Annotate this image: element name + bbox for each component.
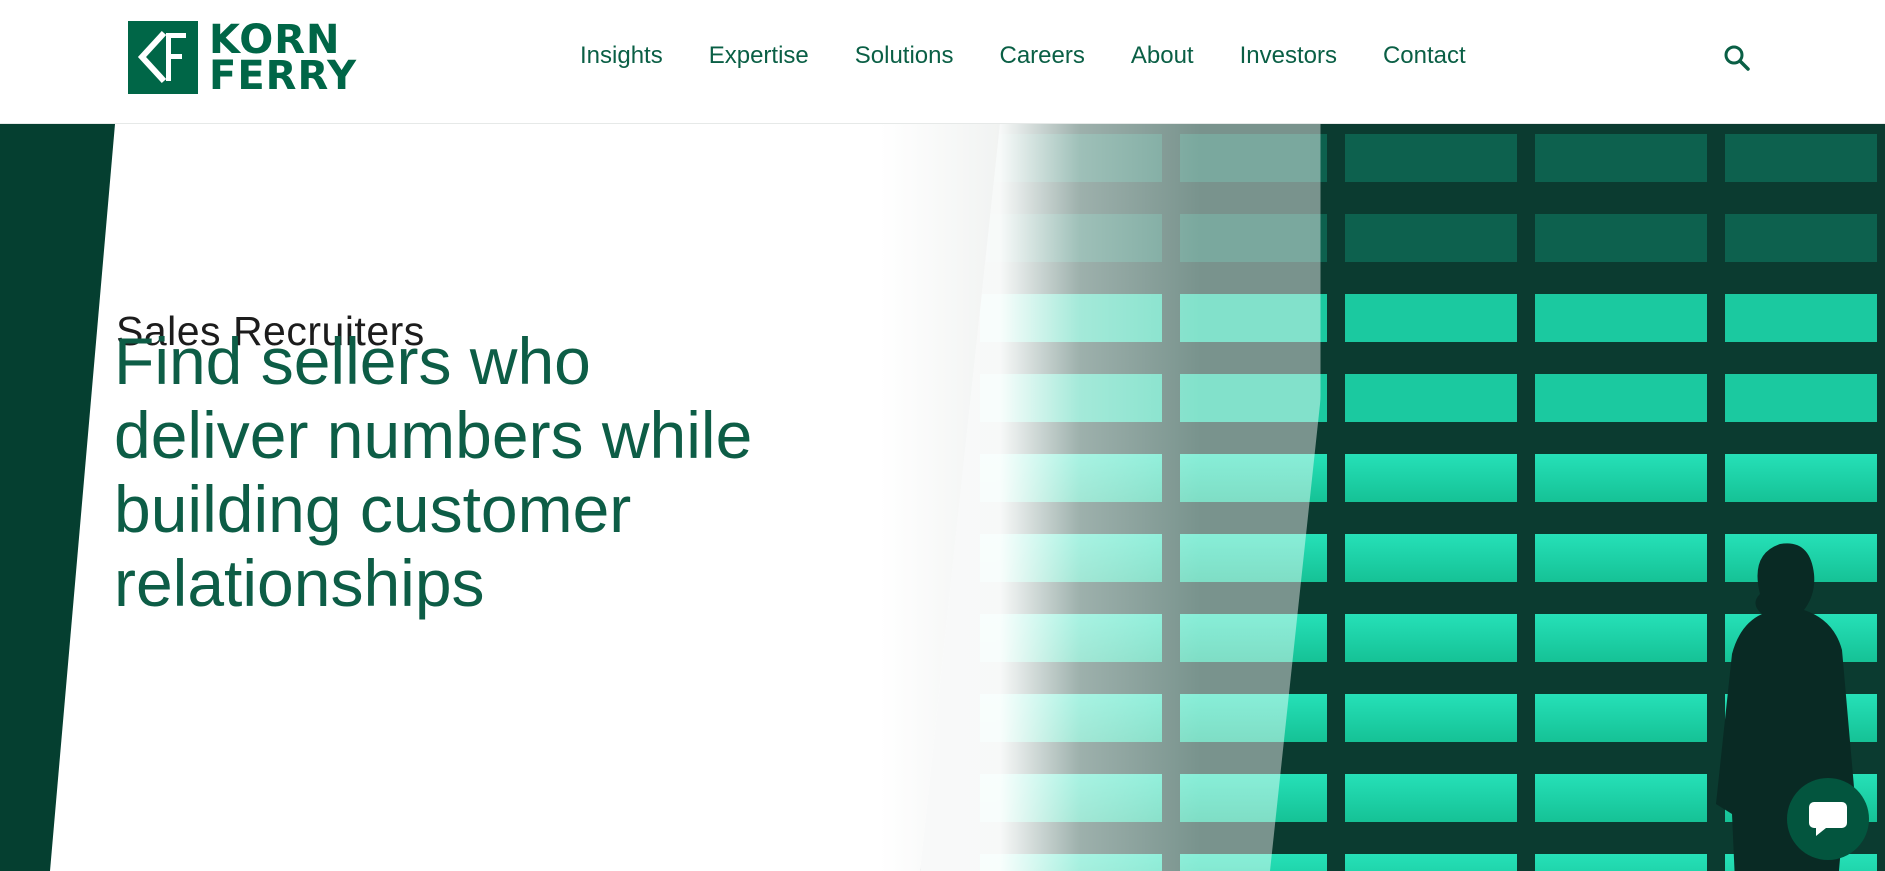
search-icon[interactable] bbox=[1722, 43, 1752, 73]
headline-line-4: relationships bbox=[114, 546, 485, 620]
nav-item-investors[interactable]: Investors bbox=[1240, 42, 1337, 70]
logo-wordmark: KORN FERRY bbox=[209, 20, 358, 99]
nav-item-about[interactable]: About bbox=[1131, 42, 1194, 70]
hero-section: Sales Recruiters Find sellers who delive… bbox=[0, 124, 1885, 871]
nav-item-expertise[interactable]: Expertise bbox=[709, 42, 809, 70]
chat-button[interactable] bbox=[1787, 778, 1869, 860]
korn-ferry-logo[interactable]: KORN FERRY bbox=[128, 20, 358, 99]
logo-line-2: FERRY bbox=[209, 52, 358, 99]
chat-bubble-icon bbox=[1809, 802, 1847, 836]
headline-line-1: Find sellers who bbox=[114, 324, 591, 398]
headline-line-2: deliver numbers while bbox=[114, 398, 753, 472]
site-header: KORN FERRY Insights Expertise Solutions … bbox=[0, 0, 1885, 124]
logo-mark-icon bbox=[128, 21, 198, 94]
headline-line-3: building customer bbox=[114, 472, 632, 546]
nav-item-careers[interactable]: Careers bbox=[1000, 42, 1085, 70]
hero-headline: Find sellers who deliver numbers while b… bbox=[114, 324, 874, 620]
main-nav: Insights Expertise Solutions Careers Abo… bbox=[580, 42, 1512, 70]
nav-item-solutions[interactable]: Solutions bbox=[855, 42, 954, 70]
nav-item-insights[interactable]: Insights bbox=[580, 42, 663, 70]
nav-item-contact[interactable]: Contact bbox=[1383, 42, 1466, 70]
